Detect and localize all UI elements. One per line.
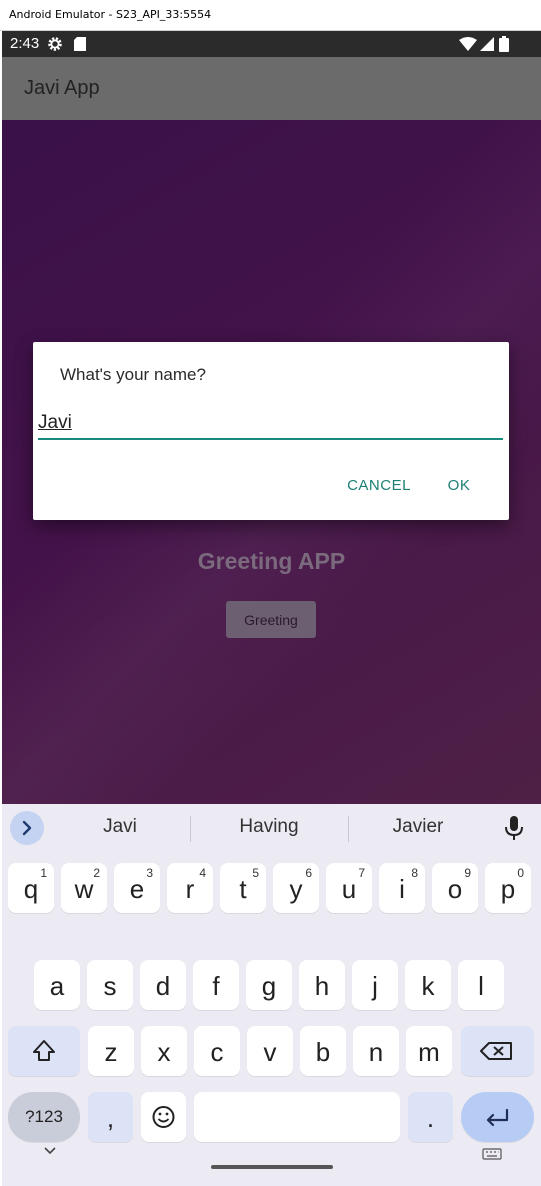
key-s[interactable]: s <box>87 960 133 1010</box>
gear-icon <box>48 37 62 51</box>
symbols-key[interactable]: ?123 <box>8 1092 80 1142</box>
enter-key[interactable] <box>461 1092 534 1142</box>
key-u[interactable]: 7u <box>326 863 372 913</box>
wifi-icon <box>459 37 477 51</box>
key-v[interactable]: v <box>247 1026 293 1076</box>
keyboard-switch-icon[interactable] <box>482 1148 502 1160</box>
name-dialog: What's your name? CANCEL OK <box>33 342 509 520</box>
mic-icon[interactable] <box>503 816 525 842</box>
key-p[interactable]: 0p <box>485 863 531 913</box>
backspace-icon <box>480 1042 512 1060</box>
key-w[interactable]: 2w <box>61 863 107 913</box>
greeting-heading: Greeting APP <box>197 548 346 574</box>
battery-icon <box>499 36 509 52</box>
soft-keyboard: Javi Having Javier 1q2w3e4r5t6y7u8i9o0p … <box>2 804 541 1186</box>
key-f[interactable]: f <box>193 960 239 1010</box>
gesture-handle[interactable] <box>211 1165 333 1169</box>
greeting-button[interactable]: Greeting <box>226 601 316 638</box>
key-o[interactable]: 9o <box>432 863 478 913</box>
key-z[interactable]: z <box>88 1026 134 1076</box>
phone-screen: 2:43 Javi App Greeting APP Greeting What… <box>2 31 541 1186</box>
key-n[interactable]: n <box>353 1026 399 1076</box>
key-g[interactable]: g <box>246 960 292 1010</box>
key-m[interactable]: m <box>406 1026 452 1076</box>
key-x[interactable]: x <box>141 1026 187 1076</box>
emoji-icon <box>152 1106 175 1128</box>
key-q[interactable]: 1q <box>8 863 54 913</box>
suggestion-1[interactable]: Javi <box>50 816 190 838</box>
name-input[interactable] <box>38 408 503 440</box>
cellular-signal-icon <box>480 37 494 51</box>
cancel-button[interactable]: CANCEL <box>339 470 419 500</box>
key-e[interactable]: 3e <box>114 863 160 913</box>
status-bar: 2:43 <box>2 31 541 57</box>
suggestion-3[interactable]: Javier <box>348 816 488 838</box>
emulator-title-bar: Android Emulator - S23_API_33:5554 <box>0 0 541 31</box>
key-i[interactable]: 8i <box>379 863 425 913</box>
key-c[interactable]: c <box>194 1026 240 1076</box>
chevron-right-icon <box>22 820 32 836</box>
space-key[interactable] <box>194 1092 400 1142</box>
key-d[interactable]: d <box>140 960 186 1010</box>
key-t[interactable]: 5t <box>220 863 266 913</box>
emulator-title: Android Emulator - S23_API_33:5554 <box>9 8 212 21</box>
backspace-key[interactable] <box>461 1026 534 1076</box>
period-key[interactable]: . <box>408 1092 453 1142</box>
key-l[interactable]: l <box>458 960 504 1010</box>
shift-key[interactable] <box>8 1026 80 1076</box>
key-j[interactable]: j <box>352 960 398 1010</box>
key-h[interactable]: h <box>299 960 345 1010</box>
app-bar: Javi App <box>2 57 541 120</box>
suggestion-divider <box>190 816 191 842</box>
key-a[interactable]: a <box>34 960 80 1010</box>
emoji-key[interactable] <box>141 1092 186 1142</box>
key-r[interactable]: 4r <box>167 863 213 913</box>
enter-icon <box>486 1108 509 1127</box>
suggestions-expand-button[interactable] <box>10 811 44 845</box>
ok-button[interactable]: OK <box>439 470 479 500</box>
key-y[interactable]: 6y <box>273 863 319 913</box>
key-b[interactable]: b <box>300 1026 346 1076</box>
app-title: Javi App <box>24 77 100 99</box>
comma-key[interactable]: , <box>88 1092 133 1142</box>
dialog-title: What's your name? <box>60 365 206 384</box>
status-time: 2:43 <box>10 35 40 52</box>
hide-keyboard-chevron-icon[interactable] <box>42 1146 58 1156</box>
key-k[interactable]: k <box>405 960 451 1010</box>
shift-icon <box>33 1040 55 1061</box>
sd-card-icon <box>74 37 86 51</box>
suggestion-2[interactable]: Having <box>199 816 339 838</box>
